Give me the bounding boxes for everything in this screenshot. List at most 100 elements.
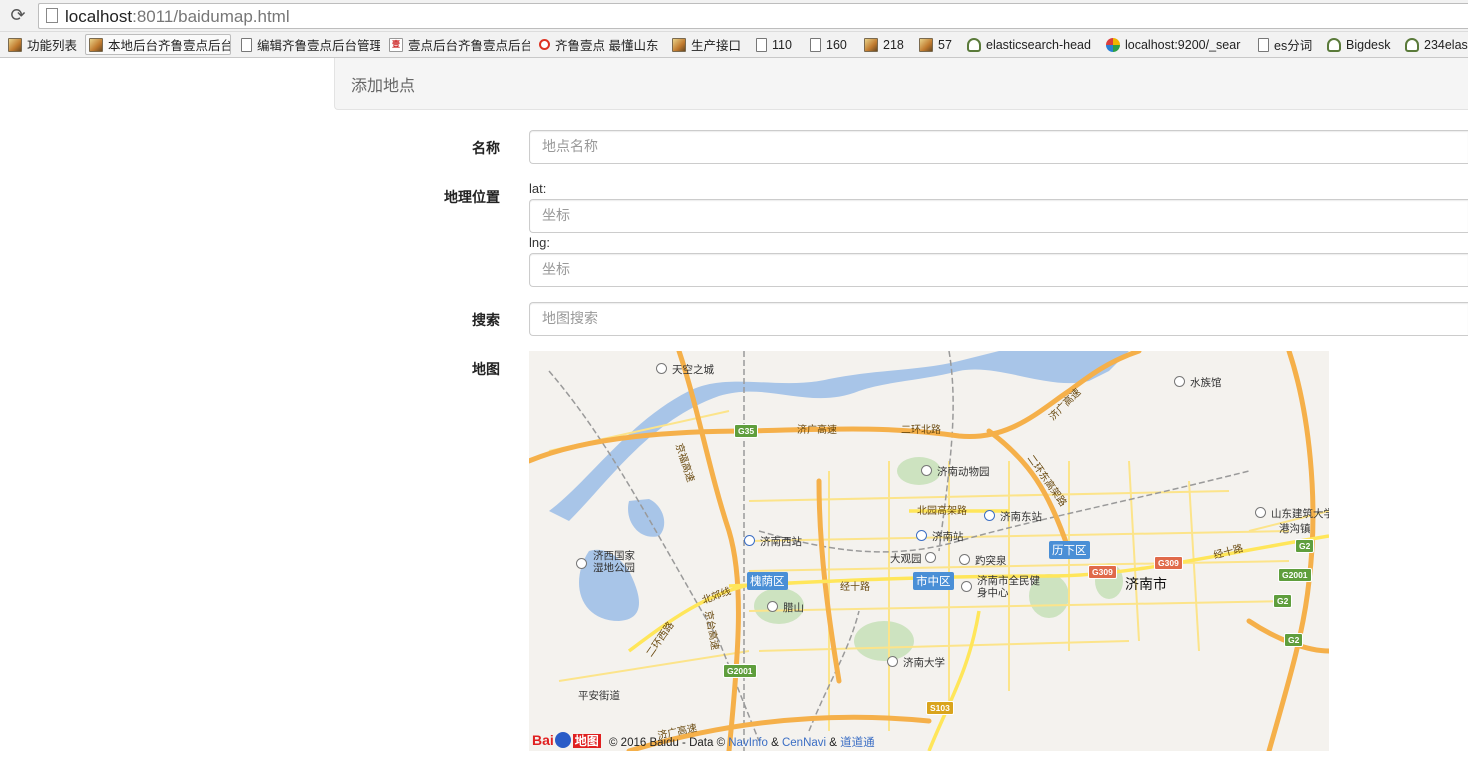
place-label[interactable]: 济西国家湿地公园 (593, 550, 639, 574)
image-icon (89, 37, 103, 52)
bookmark-label: 编辑齐鲁壹点后台管理 (257, 39, 380, 53)
poi-icon (925, 552, 936, 563)
name-label: 名称 (472, 141, 500, 157)
bookmark-item[interactable]: 234elas (1405, 34, 1468, 55)
poi-icon (1174, 376, 1185, 387)
highway-shield: G2001 (1278, 568, 1312, 582)
highways (529, 351, 1329, 751)
bookmark-label: 生产接口 (691, 39, 742, 53)
panel-title: 添加地点 (351, 76, 416, 95)
lat-label: lat: (529, 181, 547, 196)
page-icon (756, 37, 767, 52)
map-canvas[interactable] (529, 351, 1329, 751)
browser-address-bar: ⟳ localhost:8011/baidumap.html (0, 0, 1468, 32)
highway-shield: G2 (1273, 594, 1293, 608)
place-label[interactable]: 水族馆 (1190, 375, 1222, 390)
bookmark-label: 110 (772, 37, 792, 52)
bookmark-item[interactable]: 57 (919, 34, 959, 55)
bookmark-item[interactable]: localhost:9200/_sear (1106, 34, 1246, 55)
panel-heading: 添加地点 (334, 58, 1468, 110)
daodaotong-link[interactable]: 道道通 (840, 737, 875, 749)
lng-input[interactable] (529, 253, 1468, 287)
bookmark-item[interactable]: 218 (864, 34, 912, 55)
place-label[interactable]: 天空之城 (672, 362, 714, 377)
image-icon (919, 37, 933, 52)
poi-icon (887, 656, 898, 667)
train-station-icon (916, 530, 927, 541)
url-path: /baidumap.html (173, 7, 290, 26)
bookmark-label: 57 (938, 37, 952, 52)
district-label[interactable]: 历下区 (1049, 541, 1090, 559)
train-station-icon (744, 535, 755, 546)
copyright-text: © 2016 Baidu - Data © NavInfo & CenNavi … (609, 734, 875, 750)
bookmark-item[interactable]: 生产接口 (672, 34, 748, 55)
page-icon (46, 8, 58, 23)
extension-icon (1405, 37, 1419, 52)
place-label[interactable]: 济南市全民健身中心 (977, 575, 1041, 599)
road-label: 二环北路 (901, 425, 941, 436)
page-icon (241, 37, 252, 52)
site-icon: 壹 (389, 37, 403, 52)
bookmark-label: 218 (883, 37, 904, 52)
baidu-logo[interactable]: Bai 地图 (532, 732, 601, 749)
bookmark-item[interactable]: 功能列表 (8, 34, 82, 55)
bookmark-item[interactable]: 壹壹点后台齐鲁壹点后台 (389, 34, 530, 55)
bookmark-item[interactable]: 齐鲁壹点 最懂山东 (539, 34, 663, 55)
city-label[interactable]: 济南市 (1125, 574, 1167, 594)
bookmark-item[interactable]: 110 (756, 34, 802, 55)
map-label: 地图 (472, 362, 500, 378)
baidu-map[interactable]: 天空之城 水族馆 济南动物园 济南东站 济南西站 济南站 大观园 趵突泉 济南市… (529, 351, 1329, 751)
url-text[interactable]: localhost:8011/baidumap.html (65, 7, 290, 27)
page-icon (810, 37, 821, 52)
highway-shield: G2001 (723, 664, 757, 678)
reservoir-water (628, 499, 665, 537)
bookmark-item[interactable]: 编辑齐鲁壹点后台管理 (241, 34, 380, 55)
bookmark-label: elasticsearch-head (986, 37, 1091, 52)
place-label[interactable]: 济南站 (932, 529, 964, 544)
bookmark-item[interactable]: 160 (810, 34, 856, 55)
bookmark-item[interactable]: es分词 (1258, 34, 1318, 55)
highway-shield: G2 (1284, 633, 1304, 647)
road-label: 济广高速 (797, 425, 837, 436)
place-label[interactable]: 大观园 (890, 551, 922, 566)
logo-text: 地图 (572, 734, 601, 748)
name-input[interactable] (529, 130, 1468, 164)
copyright-year: © 2016 Baidu - Data © (609, 737, 726, 749)
place-label[interactable]: 山东建筑大学 (1271, 506, 1329, 521)
bookmark-item[interactable]: 本地后台齐鲁壹点后台 (85, 34, 231, 55)
elastic-icon (1106, 37, 1120, 52)
district-label[interactable]: 市中区 (913, 572, 954, 590)
highway-shield: G309 (1088, 565, 1117, 579)
lng-label: lng: (529, 235, 550, 250)
logo-text: Bai (532, 732, 554, 748)
url-field[interactable]: localhost:8011/baidumap.html (38, 3, 1468, 29)
place-label[interactable]: 腊山 (783, 600, 804, 615)
place-label[interactable]: 济南西站 (760, 534, 802, 549)
district-label[interactable]: 槐荫区 (747, 572, 788, 590)
bookmark-label: 234elas (1424, 37, 1468, 52)
url-port: :8011 (132, 7, 174, 26)
cennavi-link[interactable]: CenNavi (782, 737, 826, 749)
extension-icon (967, 37, 981, 52)
navinfo-link[interactable]: NavInfo (728, 737, 768, 749)
place-label[interactable]: 济南东站 (1000, 509, 1042, 524)
place-label[interactable]: 济南动物园 (937, 464, 990, 479)
lat-input[interactable] (529, 199, 1468, 233)
separator: & (771, 737, 779, 749)
poi-icon (921, 465, 932, 476)
place-label[interactable]: 趵突泉 (975, 553, 1007, 568)
map-search-input[interactable] (529, 302, 1468, 336)
bookmark-label: 功能列表 (27, 39, 78, 53)
reload-icon[interactable]: ⟳ (8, 6, 28, 26)
bookmark-item[interactable]: Bigdesk (1327, 34, 1397, 55)
pin-icon (539, 39, 550, 50)
image-icon (672, 37, 686, 52)
poi-icon (1255, 507, 1266, 518)
bookmark-item[interactable]: elasticsearch-head (967, 34, 1099, 55)
place-label[interactable]: 港沟镇 (1279, 521, 1311, 536)
bookmark-label: es分词 (1274, 39, 1313, 53)
bookmark-label: localhost:9200/_sear (1125, 37, 1241, 52)
place-label[interactable]: 济南大学 (903, 655, 945, 670)
bookmark-label: 齐鲁壹点 最懂山东 (555, 39, 659, 53)
place-label[interactable]: 平安街道 (578, 688, 620, 703)
